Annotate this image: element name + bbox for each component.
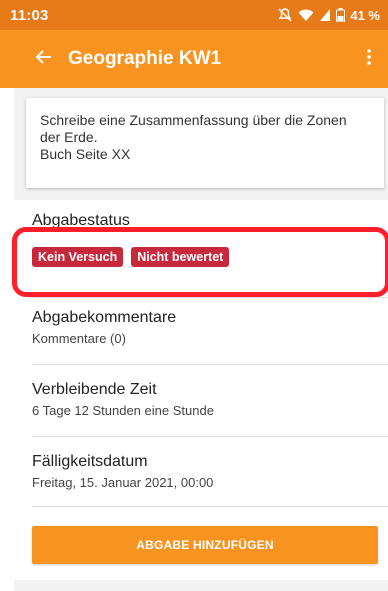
divider [32, 364, 388, 365]
status-icons: 41 % [277, 8, 380, 23]
app-bar: Geographie KW1 [0, 30, 388, 88]
remaining-time-section: Verbleibende Zeit 6 Tage 12 Stunden eine… [32, 381, 214, 418]
comments-count[interactable]: Kommentare (0) [32, 331, 176, 346]
bottom-strip [14, 580, 388, 591]
divider [32, 297, 388, 298]
divider [32, 436, 388, 437]
divider [32, 506, 388, 507]
due-date-value: Freitag, 15. Januar 2021, 00:00 [32, 475, 214, 490]
comments-label: Abgabekommentare [32, 309, 177, 326]
comments-section[interactable]: Abgabekommentare Kommentare (0) [32, 309, 176, 346]
add-submission-button[interactable]: ABGABE HINZUFÜGEN [32, 526, 378, 564]
remaining-time-label: Verbleibende Zeit [32, 381, 157, 398]
page-title: Geographie KW1 [68, 48, 222, 69]
due-date-section: Fälligkeitsdatum Freitag, 15. Januar 202… [32, 453, 213, 490]
signal-icon [319, 8, 331, 22]
back-button[interactable] [20, 30, 66, 88]
battery-icon [336, 8, 346, 22]
assignment-description: Schreibe eine Zusammenfassung über die Z… [40, 112, 347, 162]
back-arrow-icon [34, 49, 52, 70]
status-time: 11:03 [10, 6, 49, 24]
highlight-annotation [12, 227, 388, 297]
assignment-description-card: Schreibe eine Zusammenfassung über die Z… [26, 98, 384, 188]
remaining-time-value: 6 Tage 12 Stunden eine Stunde [32, 403, 214, 418]
more-vert-icon [367, 48, 371, 70]
overflow-menu-button[interactable] [354, 30, 384, 88]
status-bar: 11:03 41 % [0, 0, 388, 30]
due-date-label: Fälligkeitsdatum [32, 453, 148, 470]
mute-icon [277, 8, 293, 22]
battery-level: 41 % [350, 7, 380, 23]
wifi-icon [298, 8, 314, 22]
